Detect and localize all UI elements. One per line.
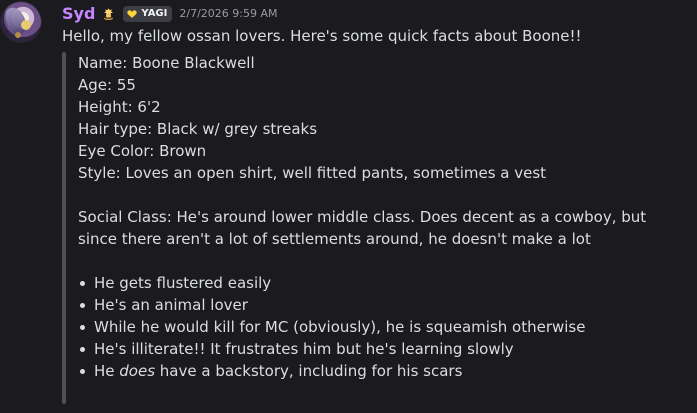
fact-height: Height: 6'2 bbox=[78, 98, 161, 116]
message-timestamp[interactable]: 2/7/2026 9:59 AM bbox=[179, 4, 277, 24]
backstory-emphasis: does bbox=[119, 362, 156, 380]
fact-age: Age: 55 bbox=[78, 76, 136, 94]
fact-social-class: Social Class: He's around lower middle c… bbox=[78, 208, 647, 248]
quote-bar bbox=[62, 52, 66, 404]
backstory-prefix: He bbox=[94, 362, 120, 380]
character-avatar-icon[interactable] bbox=[1, 2, 41, 42]
trait-list-item-backstory: He does have a backstory, including for … bbox=[78, 360, 678, 382]
fact-style: Style: Loves an open shirt, well fitted … bbox=[78, 164, 547, 182]
role-tag[interactable]: YAGI bbox=[123, 6, 173, 22]
message-intro: Hello, my fellow ossan lovers. Here's so… bbox=[62, 27, 582, 45]
fact-hair-type: Hair type: Black w/ grey streaks bbox=[78, 120, 318, 138]
trait-list: He gets flustered easily He's an animal … bbox=[78, 272, 678, 382]
quote-block: Name: Boone Blackwell Age: 55 Height: 6'… bbox=[62, 52, 682, 404]
chat-message: Syd YAGI 2/7/2026 9:59 AM Hello, my fell… bbox=[0, 0, 697, 413]
yellow-heart-icon bbox=[127, 9, 138, 19]
trait-list-item: He's an animal lover bbox=[78, 294, 678, 316]
hat-icon bbox=[101, 7, 116, 22]
role-tag-label: YAGI bbox=[141, 8, 168, 19]
backstory-suffix: have a backstory, including for his scar… bbox=[155, 362, 463, 380]
trait-list-item: While he would kill for MC (obviously), … bbox=[78, 316, 678, 338]
fact-eye-color: Eye Color: Brown bbox=[78, 142, 207, 160]
username[interactable]: Syd bbox=[62, 4, 95, 24]
quote-content: Name: Boone Blackwell Age: 55 Height: 6'… bbox=[78, 52, 678, 382]
quote-spacer bbox=[78, 184, 678, 206]
trait-list-item: He gets flustered easily bbox=[78, 272, 678, 294]
fact-name: Name: Boone Blackwell bbox=[78, 54, 255, 72]
message-header: Syd YAGI 2/7/2026 9:59 AM bbox=[62, 4, 277, 24]
trait-list-item: He's illiterate!! It frustrates him but … bbox=[78, 338, 678, 360]
